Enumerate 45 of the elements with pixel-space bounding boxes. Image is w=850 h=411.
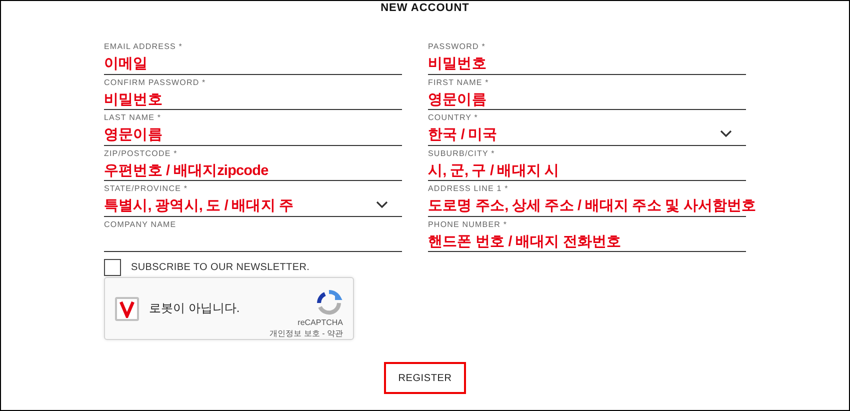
field-value: 영문이름 [428,90,486,108]
field-value: 시, 군, 구 / 배대지 시 [428,162,560,180]
chevron-down-icon [376,201,388,209]
field-label: CONFIRM PASSWORD * [104,78,207,86]
input-field[interactable]: EMAIL ADDRESS * 이메일 [104,39,402,74]
field-label: LAST NAME * [104,113,162,122]
field-value: 특별시, 광역시, 도 / 배대지 주 [104,197,294,215]
input-field[interactable]: FIRST NAME * 영문이름 [428,74,746,110]
field-label: STATE/PROVINCE * [104,184,189,193]
select-field[interactable]: STATE/PROVINCE * 특별시, 광역시, 도 / 배대지 주 [104,181,402,216]
field-value: 도로명 주소, 상세 주소 / 배대지 주소 및 사서함번호 [428,197,756,215]
field-label: EMAIL ADDRESS * [104,42,184,51]
field-value: 이메일 [104,55,148,73]
field-value: 영문이름 [104,126,162,144]
field-label: PHONE NUMBER * [428,220,508,228]
captcha-checkbox[interactable] [115,296,139,320]
input-field[interactable]: COMPANY NAME [104,216,402,252]
newsletter-checkbox[interactable] [104,259,121,276]
field-value: 한국 / 미국 [428,126,498,144]
field-label: FIRST NAME * [428,78,490,86]
register-button[interactable]: REGISTER [384,362,466,394]
select-field[interactable]: COUNTRY * 한국 / 미국 [428,110,746,146]
field-label: ADDRESS LINE 1 * [428,184,510,193]
captcha-brand: reCAPTCHA [298,316,343,328]
page-title: NEW ACCOUNT [380,2,470,14]
field-value: 비밀번호 [104,90,162,108]
field-value: 비밀번호 [428,55,486,73]
chevron-down-icon [720,130,732,138]
field-label: COMPANY NAME [104,220,178,228]
field-label: ZIP/POSTCODE * [104,148,178,158]
field-label: PASSWORD * [428,42,486,51]
field-label: COUNTRY * [428,113,480,122]
checkbox-label: SUBSCRIBE TO OUR NEWSLETTER. [131,262,310,273]
input-field[interactable]: PHONE NUMBER * 핸드폰 번호 / 배대지 전화번호 [428,216,746,252]
input-field[interactable]: PASSWORD * 비밀번호 [428,39,746,74]
field-value: 우편번호 / 배대지zipcode [104,162,268,180]
input-field[interactable]: CONFIRM PASSWORD * 비밀번호 [104,74,402,110]
captcha-label: 로봇이 아닙니다. [149,300,241,317]
refresh-arrows-icon [315,288,343,316]
field-label: SUBURB/CITY * [428,148,496,158]
privacy-terms-link[interactable]: 개인정보 보호 - 약관 [270,328,343,338]
field-value: 핸드폰 번호 / 배대지 전화번호 [428,232,622,250]
input-field[interactable]: SUBURB/CITY * 시, 군, 구 / 배대지 시 [428,146,746,181]
input-field[interactable]: ZIP/POSTCODE * 우편번호 / 배대지zipcode [104,146,402,181]
input-field[interactable]: LAST NAME * 영문이름 [104,110,402,146]
